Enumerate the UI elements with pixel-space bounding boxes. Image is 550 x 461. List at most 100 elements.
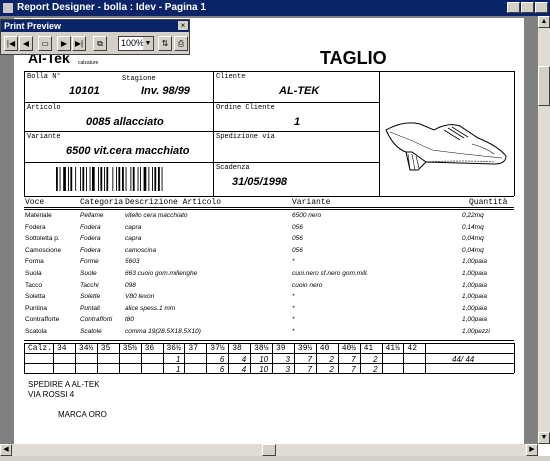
table-cell-voce: Sottoletta p. [25, 235, 60, 243]
scroll-left-icon[interactable]: ◀ [0, 444, 12, 456]
export-icon[interactable]: ⇅ [158, 36, 172, 51]
horizontal-scroll-thumb[interactable] [262, 444, 276, 456]
table-cell-categoria: Forme [80, 258, 99, 266]
scroll-right-icon[interactable]: ▶ [526, 444, 538, 456]
close-button[interactable] [535, 2, 548, 13]
table-cell-quantita: 1,00paia [462, 258, 487, 266]
articolo-label: Articolo [27, 104, 61, 112]
table-cell-variante: * [292, 328, 295, 335]
scroll-up-icon[interactable]: ▲ [538, 16, 550, 28]
table-cell-voce: Fodera [25, 223, 46, 231]
window-title: Report Designer - bolla : Idev - Pagina … [17, 2, 206, 13]
table-cell-voce: Camoscione [25, 246, 62, 254]
table-cell-descrizione: alice spess.1 mm [125, 304, 176, 312]
table-cell-descrizione: t80 [125, 316, 135, 324]
scadenza-value: 31/05/1998 [232, 176, 288, 188]
size-header: 39½ [297, 344, 313, 353]
first-page-icon[interactable]: |◀ [4, 36, 18, 51]
table-cell-variante: 056 [292, 223, 303, 231]
print-preview-title[interactable]: Print Preview [1, 20, 189, 32]
ordine-label: Ordine Cliente [216, 104, 275, 112]
last-page-icon[interactable]: ▶| [72, 36, 86, 51]
stagione-label: Stagione [122, 75, 156, 83]
table-cell-quantita: 1,00paia [462, 281, 487, 289]
window-title-bar[interactable]: Report Designer - bolla : Idev - Pagina … [0, 0, 550, 16]
size-quantity: 4 [241, 365, 247, 374]
report-title: TAGLIO [320, 48, 387, 68]
table-cell-categoria: Solette [80, 293, 101, 301]
spedizione-label: Spedizione via [216, 133, 275, 141]
scadenza-label: Scadenza [216, 164, 250, 172]
sizes-label: Calz. [28, 344, 53, 353]
table-cell-voce: Materiale [25, 212, 52, 219]
size-quantity: 2 [329, 365, 334, 374]
chevron-down-icon[interactable]: ▼ [143, 37, 153, 50]
table-cell-quantita: 1,00paia [462, 304, 487, 312]
vertical-scrollbar[interactable]: ▲ ▼ [538, 16, 550, 444]
col-header-categoria: Categoria [80, 198, 124, 207]
vertical-scroll-thumb[interactable] [538, 66, 550, 106]
table-cell-categoria: Fodera [80, 246, 101, 254]
size-header: 41 [363, 344, 374, 353]
articolo-value: 0085 allacciato [86, 116, 164, 128]
report-page: Al-Tek calzature TAGLIO Bolla N° Stagion… [14, 18, 524, 444]
table-cell-voce: Soletta [25, 293, 46, 301]
next-page-icon[interactable]: ▶ [57, 36, 71, 51]
page-setup-icon[interactable]: ▭ [38, 36, 52, 51]
size-quantity: 6 [219, 365, 225, 374]
table-cell-variante: cuoio nero [292, 281, 323, 289]
table-cell-voce: Contrafforte [25, 316, 60, 324]
minimize-button[interactable] [507, 2, 520, 13]
table-cell-descrizione: 098 [125, 281, 136, 289]
table-cell-quantita: 0,22mq [462, 212, 484, 219]
print-preview-toolbar[interactable]: Print Preview × |◀ ◀ ▭ ▶ ▶| ⧉ 100% ▼ ⇅ ⎙ [0, 19, 190, 55]
size-header: 34 [57, 344, 67, 353]
table-cell-voce: Suola [25, 270, 42, 277]
prev-page-icon[interactable]: ◀ [19, 36, 33, 51]
size-header: 36½ [166, 344, 181, 353]
size-header: 40½ [341, 344, 357, 353]
col-header-descrizione: Descrizione Articolo [125, 198, 222, 207]
print-icon[interactable]: ⎙ [174, 36, 188, 51]
table-cell-categoria: Contrafforti [80, 316, 113, 324]
size-quantity: 10 [259, 355, 269, 364]
table-cell-voce: Tacco [25, 281, 42, 289]
table-cell-descrizione: capra [125, 223, 142, 231]
size-header: 37 [188, 344, 198, 353]
stagione-value: Inv. 98/99 [141, 85, 190, 97]
variante-label: Variante [27, 133, 61, 141]
fit-page-icon[interactable]: ⧉ [93, 36, 107, 51]
size-header: 42 [407, 344, 417, 353]
size-header: 39 [276, 344, 286, 353]
horizontal-scrollbar[interactable]: ◀ ▶ [0, 444, 538, 456]
bolla-value: 10101 [69, 85, 100, 97]
zoom-select[interactable]: 100% ▼ [118, 36, 154, 51]
size-quantity: 7 [307, 355, 312, 364]
size-quantity: 10 [259, 365, 269, 374]
table-cell-categoria: Suole [80, 270, 97, 277]
bolla-label: Bolla N° [27, 73, 61, 81]
table-cell-descrizione: V80 texon [125, 293, 155, 301]
scroll-down-icon[interactable]: ▼ [538, 432, 550, 444]
size-header: 40 [319, 344, 330, 353]
table-cell-categoria: Puntali [80, 304, 100, 312]
table-cell-variante: 056 [292, 235, 303, 243]
table-cell-variante: * [292, 316, 295, 324]
table-cell-descrizione: camoscina [125, 246, 157, 254]
table-cell-descrizione: capra [125, 235, 142, 243]
toolbar-close-icon[interactable]: × [178, 21, 188, 30]
table-cell-categoria: Fodera [80, 235, 101, 243]
table-cell-quantita: 1,00paia [462, 316, 487, 324]
table-cell-descrizione: vitello cera macchiato [125, 212, 188, 219]
size-quantity: 7 [307, 365, 312, 374]
table-cell-categoria: Scatole [80, 328, 102, 335]
table-cell-voce: Forma [25, 258, 44, 266]
variante-value: 6500 vit.cera macchiato [66, 145, 190, 157]
table-cell-variante: * [292, 304, 295, 312]
table-cell-quantita: 0,14mq [462, 223, 484, 231]
maximize-button[interactable] [521, 2, 534, 13]
table-cell-variante: cuoi.nero sf.nero gom.mill. [292, 270, 369, 277]
preview-viewport[interactable]: Al-Tek calzature TAGLIO Bolla N° Stagion… [0, 16, 538, 444]
size-quantity: 7 [351, 355, 356, 364]
size-quantity: 2 [329, 355, 334, 364]
